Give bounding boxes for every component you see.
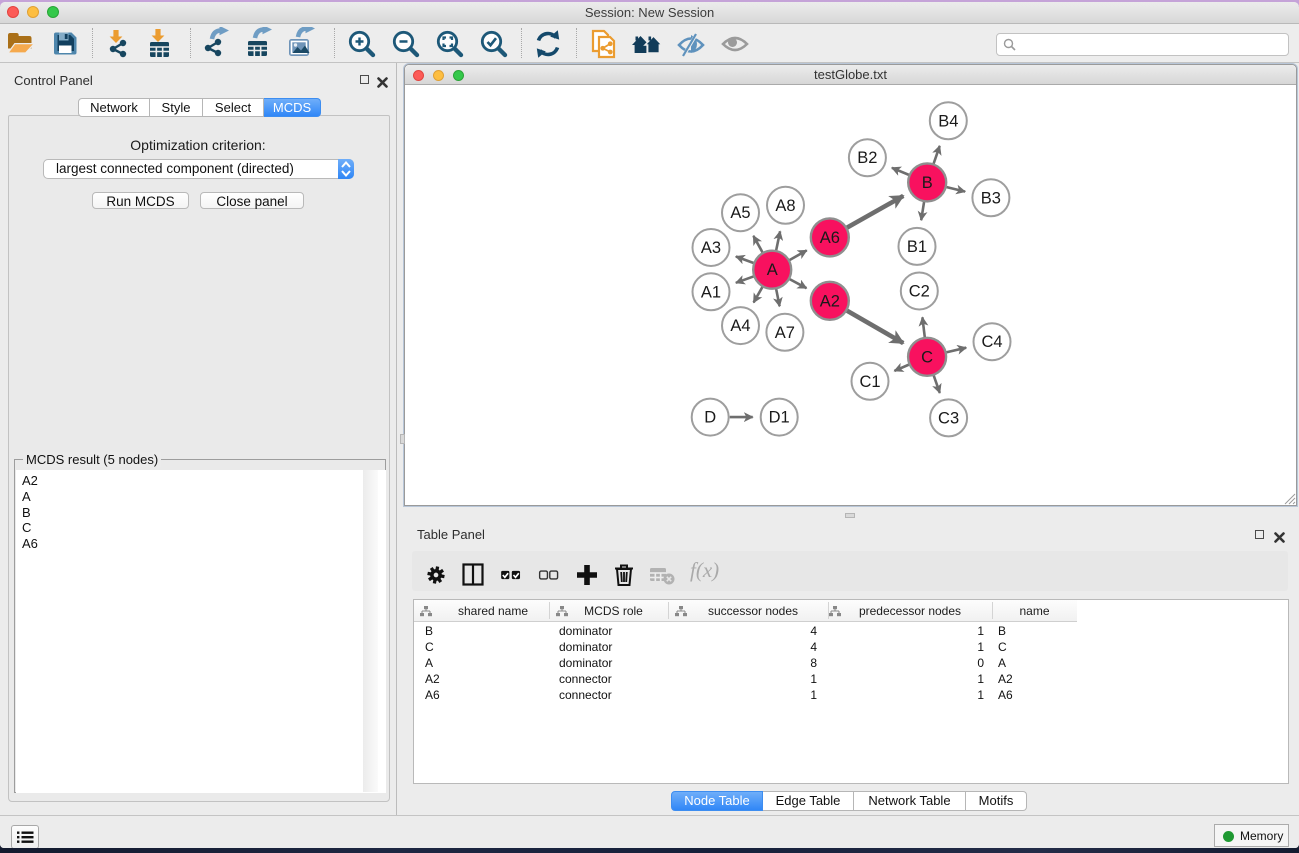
svg-text:C: C xyxy=(921,348,933,366)
svg-text:A4: A4 xyxy=(730,317,750,335)
svg-text:B3: B3 xyxy=(981,189,1001,207)
svg-text:A5: A5 xyxy=(730,204,750,222)
svg-text:D1: D1 xyxy=(769,409,790,427)
svg-text:C3: C3 xyxy=(938,409,959,427)
svg-text:A2: A2 xyxy=(820,292,840,310)
svg-text:C1: C1 xyxy=(859,373,880,391)
svg-text:A8: A8 xyxy=(775,197,795,215)
svg-text:A6: A6 xyxy=(820,229,840,247)
svg-text:D: D xyxy=(704,409,716,427)
svg-text:B4: B4 xyxy=(938,112,958,130)
svg-text:C4: C4 xyxy=(981,333,1002,351)
svg-text:A1: A1 xyxy=(701,283,721,301)
svg-text:A: A xyxy=(767,261,778,279)
svg-text:B: B xyxy=(922,174,933,192)
svg-text:C2: C2 xyxy=(909,283,930,301)
svg-text:B2: B2 xyxy=(857,149,877,167)
svg-text:A7: A7 xyxy=(775,324,795,342)
svg-text:A3: A3 xyxy=(701,239,721,257)
svg-text:B1: B1 xyxy=(907,238,927,256)
